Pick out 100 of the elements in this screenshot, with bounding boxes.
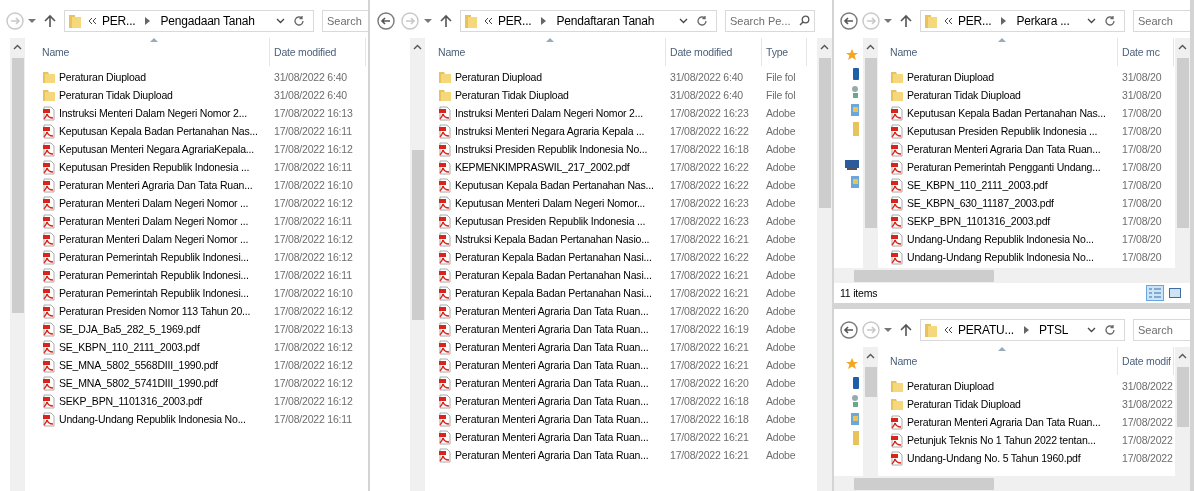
file-row[interactable]: Peraturan Menteri Dalam Negeri Nomor ... 17/08/2022 16:12	[30, 194, 368, 212]
scroll-up-icon[interactable]	[1178, 353, 1187, 359]
library-icon[interactable]	[851, 104, 859, 116]
file-row[interactable]: Keputusan Menteri Dalam Negeri Nomor... 17/08/2022 16:23 Adobe	[426, 194, 817, 212]
file-row[interactable]: Instruksi Menteri Dalam Negeri Nomor 2... 17/08/2022 16:13	[30, 104, 368, 122]
breadcrumb[interactable]: PTSL	[1035, 323, 1073, 337]
scroll-thumb[interactable]	[854, 477, 994, 490]
column-header[interactable]: Name	[886, 38, 1118, 66]
chevron-down-icon[interactable]	[1087, 327, 1096, 333]
file-row[interactable]: Keputusan Kepala Badan Pertanahan Nas... 17/08/20	[878, 104, 1175, 122]
file-row[interactable]: Peraturan Presiden Nomor 113 Tahun 20... 17/08/2022 16:12	[30, 302, 368, 320]
column-header[interactable]: Date modified	[270, 38, 366, 66]
up-arrow-icon[interactable]	[900, 14, 912, 28]
scrollbar[interactable]	[863, 347, 878, 476]
file-row[interactable]: SE_MNA_5802_5568DIII_1990.pdf 17/08/2022 16:12	[30, 356, 368, 374]
file-row[interactable]: Peraturan Kepala Badan Pertanahan Nasi... 17/08/2022 16:22 Adobe	[426, 248, 817, 266]
file-row[interactable]: Instruksi Menteri Negara Agraria Kepala ... 17/08/2022 16:22 Adobe	[426, 122, 817, 140]
column-header[interactable]: Date modif	[1118, 347, 1174, 375]
file-row[interactable]: KEPMENKIMPRASWIL_217_2002.pdf 17/08/2022 16:22 Adobe	[426, 158, 817, 176]
scrollbar[interactable]	[1175, 347, 1190, 476]
breadcrumb[interactable]: PER...	[494, 14, 536, 28]
up-arrow-icon[interactable]	[440, 14, 452, 28]
file-row[interactable]: Peraturan Menteri Agraria Dan Tata Ruan... 17/08/2022 16:21 Adobe	[426, 428, 817, 446]
library-icon[interactable]	[851, 176, 859, 188]
breadcrumb-arrow-icon[interactable]	[541, 17, 547, 25]
scroll-up-icon[interactable]	[866, 44, 875, 50]
file-row[interactable]: SEKP_BPN_1101316_2003.pdf 17/08/20	[878, 212, 1175, 230]
scrollbar[interactable]	[410, 38, 425, 491]
file-row[interactable]: SE_KBPN_110_2111_2003.pdf 17/08/2022 16:12	[30, 338, 368, 356]
file-row[interactable]: Peraturan Menteri Agraria Dan Tata Ruan... 17/08/2022 16:20 Adobe	[426, 374, 817, 392]
file-row[interactable]: Instruksi Menteri Dalam Negeri Nomor 2... 17/08/2022 16:23 Adobe	[426, 104, 817, 122]
file-row[interactable]: SEKP_BPN_1101316_2003.pdf 17/08/2022 16:12	[30, 392, 368, 410]
file-row[interactable]: Peraturan Menteri Agraria Dan Tata Ruan... 17/08/20	[878, 140, 1175, 158]
address-bar[interactable]: PER... Perkara ...	[920, 10, 1125, 32]
dropdown-caret-icon[interactable]	[884, 18, 892, 24]
breadcrumb-arrow-icon[interactable]	[1001, 17, 1007, 25]
breadcrumb-arrow-icon[interactable]	[145, 17, 151, 25]
file-row[interactable]: Peraturan Diupload 31/08/2022 6:40	[30, 68, 368, 86]
file-row[interactable]: Peraturan Diupload 31/08/2022	[878, 377, 1175, 395]
file-row[interactable]: Peraturan Menteri Agraria Dan Tata Ruan... 17/08/2022 16:21 Adobe	[426, 446, 817, 464]
file-row[interactable]: Peraturan Tidak Diupload 31/08/2022 6:40 File fol	[426, 86, 817, 104]
file-row[interactable]: Peraturan Pemerintah Republik Indonesi... 17/08/2022 16:12	[30, 248, 368, 266]
scroll-thumb[interactable]	[854, 269, 994, 282]
device-icon[interactable]	[853, 68, 859, 80]
scroll-thumb[interactable]	[864, 367, 877, 397]
breadcrumb[interactable]: Perkara ...	[1012, 14, 1074, 28]
dropdown-caret-icon[interactable]	[424, 18, 432, 24]
chevron-down-icon[interactable]	[1087, 18, 1096, 24]
library-icon[interactable]	[851, 413, 859, 425]
file-row[interactable]: Undang-Undang Republik Indonesia No... 17/08/20	[878, 248, 1175, 266]
horizontal-scrollbar[interactable]	[834, 476, 1190, 491]
breadcrumb[interactable]: PERATU...	[954, 323, 1018, 337]
file-row[interactable]: Keputusan Presiden Republik Indonesia ... 17/08/2022 16:11	[30, 158, 368, 176]
file-row[interactable]: Peraturan Tidak Diupload 31/08/2022 6:40	[30, 86, 368, 104]
file-row[interactable]: Keputusan Menteri Negara AgrariaKepala... 17/08/2022 16:12	[30, 140, 368, 158]
file-row[interactable]: SE_DJA_Ba5_282_5_1969.pdf 17/08/2022 16:13	[30, 320, 368, 338]
file-row[interactable]: Peraturan Menteri Agraria Dan Tata Ruan... 17/08/2022 16:21 Adobe	[426, 356, 817, 374]
file-row[interactable]: Peraturan Menteri Agraria Dan Tata Ruan... 17/08/2022 16:21 Adobe	[426, 338, 817, 356]
file-row[interactable]: Undang-Undang Republik Indonesia No... 17/08/20	[878, 230, 1175, 248]
file-row[interactable]: Undang-Undang No. 5 Tahun 1960.pdf 17/08/2022	[878, 449, 1175, 467]
file-row[interactable]: Peraturan Pemerintah Pengganti Undang... 17/08/20	[878, 158, 1175, 176]
scroll-thumb[interactable]	[1176, 367, 1189, 427]
file-row[interactable]: Peraturan Diupload 31/08/2022 6:40 File fol	[426, 68, 817, 86]
file-row[interactable]: Peraturan Menteri Dalam Negeri Nomor ... 17/08/2022 16:11	[30, 212, 368, 230]
file-row[interactable]: Keputusan Presiden Republik Indonesia ... 17/08/2022 16:23 Adobe	[426, 212, 817, 230]
horizontal-scrollbar[interactable]	[834, 268, 1190, 283]
file-row[interactable]: Peraturan Menteri Agraria Dan Tata Ruan... 17/08/2022	[878, 413, 1175, 431]
search-field[interactable]: Search	[1133, 10, 1190, 32]
file-row[interactable]: Peraturan Kepala Badan Pertanahan Nasi... 17/08/2022 16:21 Adobe	[426, 266, 817, 284]
chevron-down-icon[interactable]	[276, 18, 285, 24]
back-button[interactable]	[840, 320, 858, 340]
back-button[interactable]	[376, 11, 396, 31]
column-header[interactable]: Date modified	[666, 38, 762, 66]
scroll-thumb[interactable]	[864, 58, 877, 228]
file-row[interactable]: Peraturan Menteri Agraria Dan Tata Ruan... 17/08/2022 16:10	[30, 176, 368, 194]
column-header[interactable]: Name	[886, 347, 1118, 375]
star-icon[interactable]	[845, 48, 859, 62]
refresh-icon[interactable]	[1104, 324, 1116, 336]
column-header[interactable]: Name	[434, 38, 666, 66]
up-arrow-icon[interactable]	[900, 323, 912, 337]
column-header[interactable]: Date mc	[1118, 38, 1174, 66]
chevron-down-icon[interactable]	[679, 18, 688, 24]
file-row[interactable]: SE_KBPN_110_2111_2003.pdf 17/08/20	[878, 176, 1175, 194]
breadcrumb[interactable]: PER...	[954, 14, 996, 28]
file-row[interactable]: Petunjuk Teknis No 1 Tahun 2022 tentan... 17/08/2022	[878, 431, 1175, 449]
back-button[interactable]	[840, 11, 858, 31]
search-field[interactable]: Search Pe...	[725, 10, 815, 32]
scroll-up-icon[interactable]	[820, 44, 829, 50]
breadcrumb[interactable]: Pengadaan Tanah	[156, 14, 259, 28]
thumbnails-view-button[interactable]	[1166, 285, 1184, 301]
scrollbar[interactable]	[817, 38, 832, 491]
file-row[interactable]: Peraturan Menteri Agraria Dan Tata Ruan... 17/08/2022 16:18 Adobe	[426, 410, 817, 428]
scroll-up-icon[interactable]	[13, 44, 22, 50]
scroll-thumb[interactable]	[818, 58, 831, 208]
file-row[interactable]: SE_KBPN_630_11187_2003.pdf 17/08/20	[878, 194, 1175, 212]
refresh-icon[interactable]	[293, 15, 305, 27]
up-arrow-icon[interactable]	[44, 14, 56, 28]
computer-icon[interactable]	[845, 160, 859, 170]
network-icon[interactable]	[851, 86, 859, 98]
scrollbar[interactable]	[1175, 38, 1190, 268]
